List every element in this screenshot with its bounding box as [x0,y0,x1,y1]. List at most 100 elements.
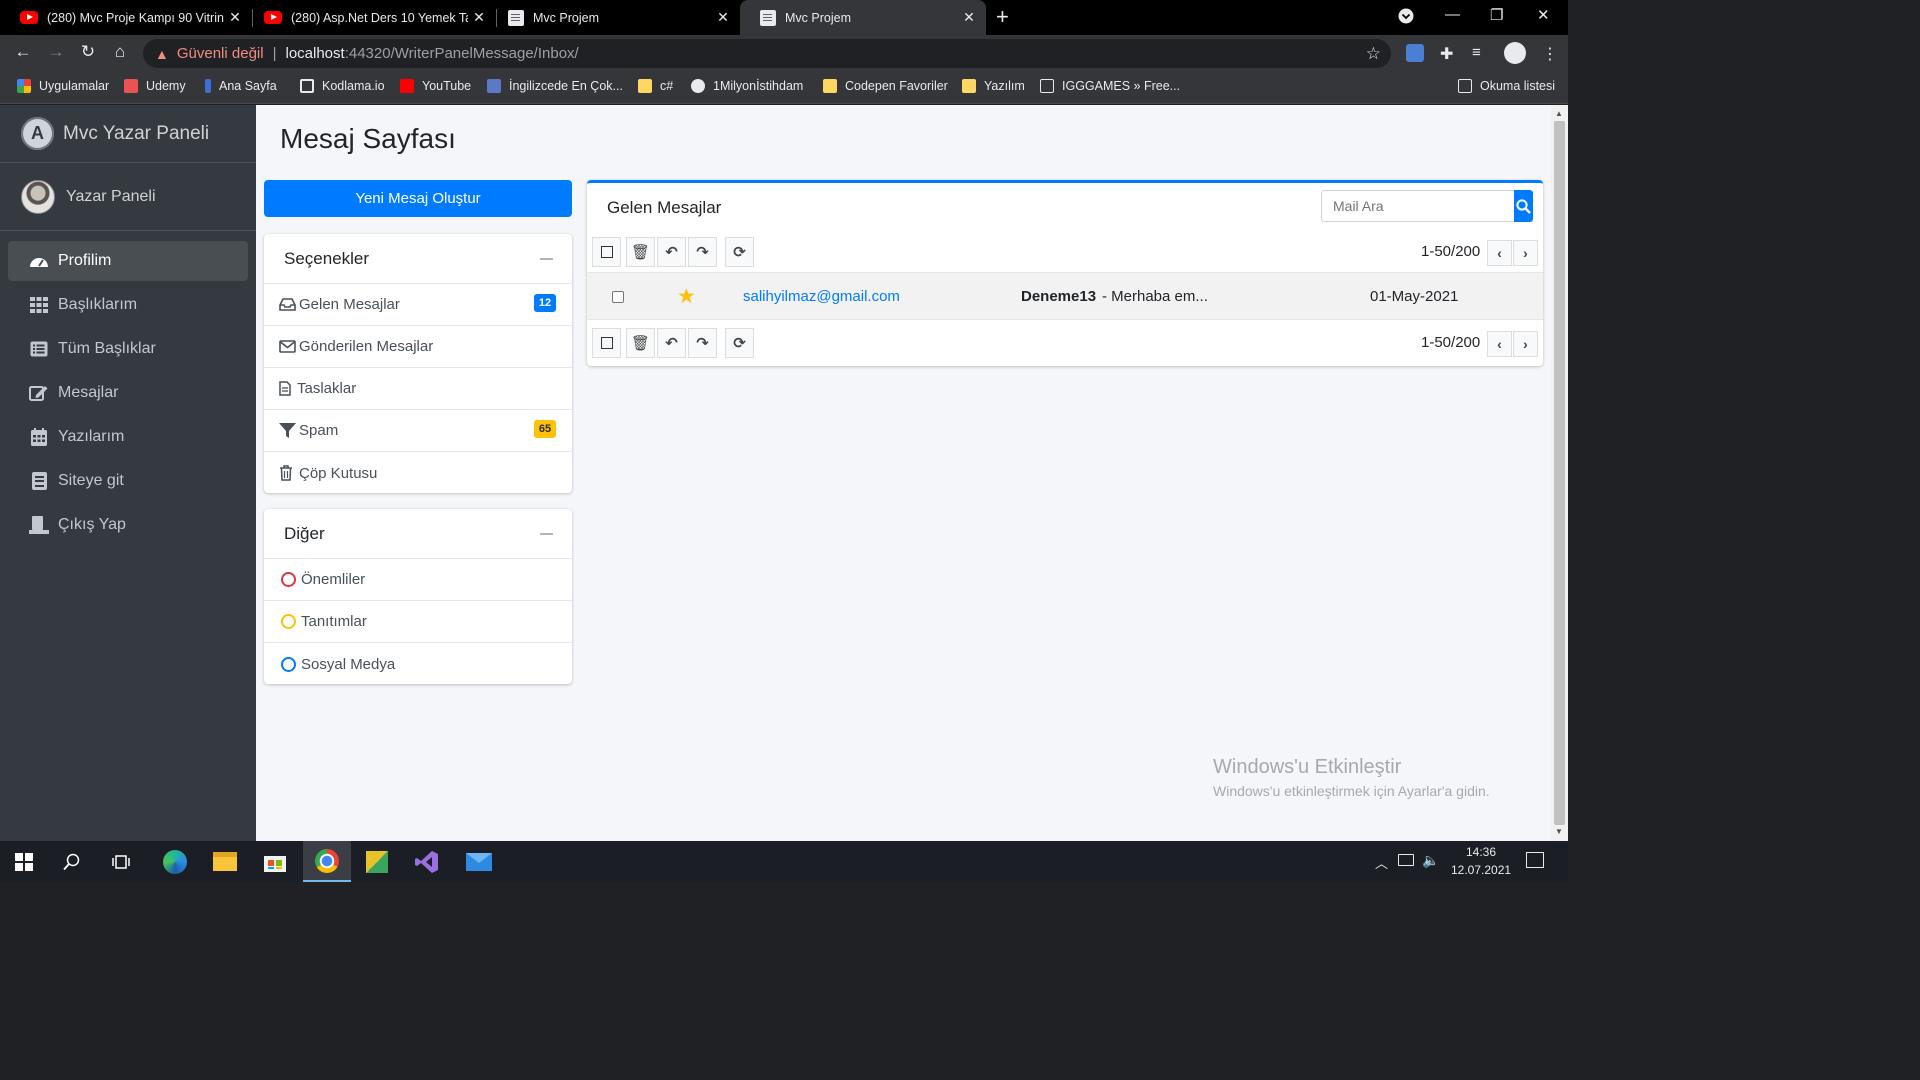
bookmark-youtube[interactable]: YouTube [400,79,471,93]
notification-icon[interactable] [1526,852,1544,868]
message-row[interactable]: ★ salihyilmaz@gmail.com Deneme13 - Merha… [587,272,1543,320]
scroll-down-icon[interactable]: ▼ [1555,827,1563,836]
bookmark-milyon[interactable]: 1Milyonİstihdam [691,79,803,93]
folder-item-spam[interactable]: Spam 65 [264,410,572,452]
browser-tab[interactable]: (280) Asp.Net Ders 10 Yemek Tar ✕ [244,0,496,35]
chrome-app[interactable] [303,841,351,882]
tab-title: Mvc Projem [785,10,851,25]
search-button[interactable] [1514,190,1533,222]
reply-button[interactable]: ↶ [657,328,686,358]
message-sender[interactable]: salihyilmaz@gmail.com [743,288,900,305]
restore-icon[interactable]: ❐ [1490,6,1503,24]
close-tab-icon[interactable]: ✕ [468,9,490,26]
bookmark-udemy[interactable]: Udemy [124,79,186,93]
browser-tab-active[interactable]: Mvc Projem ✕ [740,0,986,35]
reading-list-toolbar-icon[interactable]: ≡ [1472,44,1490,62]
close-tab-icon[interactable]: ✕ [712,9,734,26]
battery-icon[interactable] [1398,854,1414,866]
volume-icon[interactable]: 🔈 [1422,852,1439,869]
prev-page-button[interactable]: ‹ [1487,240,1512,266]
collapse-icon[interactable] [540,533,553,535]
refresh-button[interactable]: ⟳ [725,237,754,267]
chevron-up-icon[interactable]: ︿ [1375,853,1388,872]
select-all-button[interactable] [592,237,621,267]
new-tab-button[interactable]: + [996,5,1009,29]
bookmark-apps[interactable]: Uygulamalar [17,79,109,93]
store-app[interactable] [251,841,299,882]
sidebar-item-profilim[interactable]: Profilim [8,241,248,281]
mail-app[interactable] [455,841,503,882]
sidebar-item-tum-basliklar[interactable]: Tüm Başlıklar [8,329,248,369]
select-all-button[interactable] [592,328,621,358]
bookmark-yazilim[interactable]: Yazılım [962,79,1025,93]
sidebar-item-yazilarim[interactable]: Yazılarım [8,417,248,457]
brand-link[interactable]: A Mvc Yazar Paneli [0,105,256,163]
browser-tab[interactable]: (280) Mvc Proje Kampı 90 Vitrin 2 ✕ [0,0,252,35]
sidebar-item-siteye-git[interactable]: Siteye git [8,461,248,501]
bookmark-star-icon[interactable]: ☆ [1366,44,1381,64]
edge-app[interactable] [151,841,199,882]
collapse-icon[interactable] [540,258,553,260]
user-panel[interactable]: Yazar Paneli [0,163,256,231]
delete-button[interactable]: 🗑 [626,237,655,267]
close-tab-icon[interactable]: ✕ [224,9,246,26]
close-window-icon[interactable]: ✕ [1537,6,1550,24]
clock-time[interactable]: 14:36 [1466,845,1496,859]
search-taskbar-button[interactable] [48,841,96,882]
file-explorer-app[interactable] [201,841,249,882]
folder-item-gonderilen[interactable]: Gönderilen Mesajlar [264,326,572,368]
star-icon[interactable]: ★ [677,284,696,309]
bookmark-codepen[interactable]: Codepen Favoriler [823,79,948,93]
reload-icon[interactable]: ↻ [77,42,99,62]
browser-tab[interactable]: Mvc Projem ✕ [488,0,740,35]
folder-item-gelen[interactable]: Gelen Mesajlar 12 [264,284,572,326]
sidebar-item-basliklarim[interactable]: Başlıklarım [8,285,248,325]
translate-extension-icon[interactable] [1406,44,1424,62]
bookmark-label: Udemy [146,79,186,93]
profile-avatar-icon[interactable] [1504,42,1526,64]
visual-studio-app[interactable] [403,841,451,882]
bookmark-ana-sayfa[interactable]: Ana Sayfa [205,79,277,93]
bookmark-igggames[interactable]: IGGGAMES » Free... [1040,79,1180,93]
forward-button[interactable]: ↷ [688,237,717,267]
bookmark-ingilizce[interactable]: İngilizcede En Çok... [487,79,623,93]
back-icon[interactable]: ← [12,42,34,62]
menu-kebab-icon[interactable]: ⋮ [1542,44,1560,63]
extensions-puzzle-icon[interactable]: ✚ [1440,44,1458,63]
forward-button[interactable]: ↷ [688,328,717,358]
next-page-button[interactable]: › [1513,240,1538,266]
address-bar[interactable]: ▲ Güvenli değil | localhost:44320/Writer… [143,39,1391,68]
sidebar-item-mesajlar[interactable]: Mesajlar [8,373,248,413]
minimize-icon[interactable]: — [1445,6,1460,23]
forward-icon[interactable]: → [45,42,67,62]
vs-installer-app[interactable] [353,841,401,882]
home-icon[interactable]: ⌂ [109,42,131,62]
bookmark-csharp[interactable]: c# [638,79,673,93]
browser-toolbar: ← → ↻ ⌂ ▲ Güvenli değil | localhost:4432… [0,35,1568,71]
prev-page-button[interactable]: ‹ [1487,331,1512,357]
folder-item-taslaklar[interactable]: Taslaklar [264,368,572,410]
refresh-button[interactable]: ⟳ [725,328,754,358]
reading-list[interactable]: Okuma listesi [1458,79,1555,93]
task-view-button[interactable] [97,841,145,882]
tab-search-icon[interactable] [1398,8,1414,28]
scrollbar-thumb[interactable] [1554,121,1565,825]
message-checkbox[interactable] [612,291,624,303]
page-scrollbar[interactable]: ▲ ▼ [1551,105,1568,841]
compose-button[interactable]: Yeni Mesaj Oluştur [264,180,572,217]
close-tab-icon[interactable]: ✕ [958,9,980,26]
scroll-up-icon[interactable]: ▲ [1555,109,1563,118]
sidebar-item-cikis-yap[interactable]: Çıkış Yap [8,505,248,545]
next-page-button[interactable]: › [1513,331,1538,357]
bookmark-kodlama[interactable]: Kodlama.io [300,79,385,93]
label-item-onemliler[interactable]: Önemliler [264,559,572,601]
folder-item-cop[interactable]: Çöp Kutusu [264,452,572,494]
delete-button[interactable]: 🗑 [626,328,655,358]
reply-button[interactable]: ↶ [657,237,686,267]
clock-date[interactable]: 12.07.2021 [1451,863,1511,877]
url-path: :44320/WriterPanelMessage/Inbox/ [344,45,579,62]
start-button[interactable] [0,841,48,882]
label-item-tanitimlar[interactable]: Tanıtımlar [264,601,572,643]
label-item-sosyal-medya[interactable]: Sosyal Medya [264,643,572,685]
mail-search-input[interactable] [1321,190,1514,222]
